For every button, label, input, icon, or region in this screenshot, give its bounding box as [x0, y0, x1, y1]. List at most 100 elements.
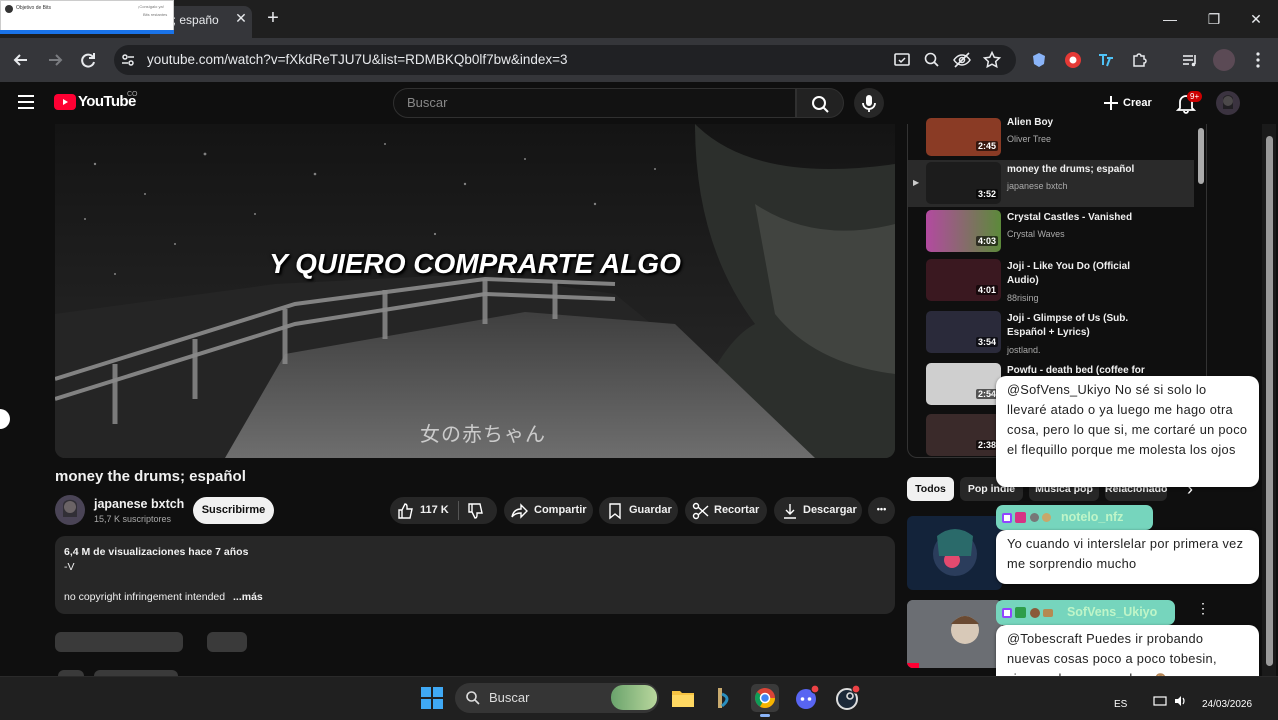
volume-icon[interactable] — [1174, 695, 1188, 707]
zoom-icon[interactable] — [922, 50, 942, 70]
extension-translate-icon[interactable] — [1096, 50, 1116, 70]
check-badge-icon — [1015, 607, 1027, 619]
league-app-icon[interactable] — [710, 684, 738, 712]
badge-icon — [1029, 607, 1040, 618]
reload-icon[interactable] — [77, 49, 99, 71]
input-language[interactable]: ES — [1114, 699, 1127, 710]
share-label: Compartir — [534, 504, 587, 516]
star-icon[interactable] — [982, 50, 1002, 70]
badge-icon — [1042, 513, 1052, 523]
profile-avatar[interactable] — [1213, 49, 1235, 71]
description-line: -V — [64, 561, 75, 573]
duration: 3:52 — [976, 189, 999, 199]
active-app-indicator — [760, 714, 770, 717]
windows-start-icon[interactable] — [418, 684, 446, 712]
chat-message: @SofVens_Ukiyo No sé si solo lo llevaré … — [996, 376, 1259, 487]
chrome-menu-icon[interactable] — [1248, 50, 1268, 70]
chat-username-tag: notelo_nfz — [996, 505, 1153, 530]
playlist-item-channel: Crystal Waves — [1007, 229, 1065, 239]
video-title: money the drums; español — [55, 468, 246, 485]
badge-icon — [1043, 608, 1054, 617]
playlist-item-title: money the drums; español — [1007, 164, 1135, 175]
minimize-button[interactable]: — — [1155, 8, 1185, 30]
twitch-badge-icon — [1002, 512, 1012, 523]
network-icon[interactable] — [1153, 695, 1167, 707]
bits-icon — [5, 5, 13, 13]
account-avatar[interactable] — [1216, 91, 1240, 115]
extension-red-icon[interactable] — [1063, 50, 1083, 70]
new-tab-button[interactable]: + — [263, 8, 283, 28]
forward-arrow-icon[interactable] — [44, 49, 66, 71]
steam-icon[interactable] — [833, 684, 861, 712]
more-dots-icon: ••• — [876, 504, 887, 514]
bookmark-icon — [606, 502, 624, 520]
taskbar-search-icon — [465, 690, 481, 706]
chat-message: Yo cuando vi interslelar por primera vez… — [996, 530, 1259, 584]
channel-avatar[interactable] — [55, 495, 85, 525]
video-player[interactable] — [55, 124, 895, 458]
extension-shield-icon[interactable] — [1029, 50, 1049, 70]
playlist-item-channel: Oliver Tree — [1007, 134, 1052, 144]
playlist-item-title: Joji - Like You Do (Official Audio) — [1007, 261, 1130, 286]
duration: 2:54 — [976, 389, 999, 399]
scissors-icon — [692, 502, 710, 520]
cast-icon[interactable] — [892, 50, 912, 70]
thumbs-down-icon[interactable] — [467, 502, 485, 520]
subscriber-count: 15,7 K suscriptores — [94, 514, 172, 524]
voice-search-icon[interactable] — [854, 88, 884, 118]
chrome-taskbar-icon[interactable] — [751, 684, 779, 712]
youtube-logo-icon[interactable] — [54, 94, 76, 110]
loading-placeholder — [55, 632, 183, 652]
eye-off-icon[interactable] — [952, 50, 972, 70]
duration: 3:54 — [976, 337, 999, 347]
video-subtitle: Y QUIERO COMPRARTE ALGO — [269, 248, 681, 279]
puzzle-icon[interactable] — [1130, 50, 1150, 70]
tab-close-icon[interactable]: ✕ — [233, 10, 249, 26]
popup-title: Objetivo de Bits — [16, 5, 52, 11]
window-close-button[interactable]: ✕ — [1241, 8, 1271, 30]
show-more-link[interactable]: ...más — [233, 591, 263, 603]
url-text[interactable]: youtube.com/watch?v=fXkdReTJU7U&list=RDM… — [147, 52, 568, 67]
discord-icon[interactable] — [792, 684, 820, 712]
playlist-item-channel: japanese bxtch — [1007, 181, 1068, 191]
like-divider — [458, 501, 459, 520]
view-stats: 6,4 M de visualizaciones hace 7 años — [64, 546, 249, 558]
side-handle[interactable] — [0, 409, 10, 429]
notifications-badge: 9+ — [1187, 91, 1203, 102]
media-control-icon[interactable] — [1180, 50, 1200, 70]
taskbar-date[interactable]: 24/03/2026 — [1202, 699, 1252, 710]
thumbs-up-icon — [397, 502, 415, 520]
recommended-thumbnail[interactable] — [907, 516, 1002, 590]
taskbar-search-label: Buscar — [489, 690, 530, 705]
recommended-more-icon[interactable]: ⋮ — [1196, 600, 1210, 618]
search-input[interactable] — [393, 88, 796, 118]
search-button[interactable] — [796, 88, 844, 118]
playlist-item-title: Joji - Glimpse of Us (Sub. Español + Lyr… — [1007, 313, 1129, 338]
search-placeholder: Buscar — [407, 95, 448, 110]
create-label: Crear — [1123, 97, 1152, 109]
chat-username: notelo_nfz — [1060, 510, 1124, 524]
popup-line: ¡Consígalo ya! — [138, 4, 164, 9]
restore-button[interactable]: ❐ — [1199, 8, 1229, 30]
channel-name[interactable]: japanese bxtch — [94, 497, 184, 511]
playlist-item-title: Crystal Castles - Vanished — [1007, 212, 1133, 223]
menu-icon[interactable] — [18, 94, 36, 110]
chip-todos[interactable]: Todos — [907, 477, 954, 501]
playlist-item-channel: jostland. — [1007, 345, 1041, 355]
file-explorer-icon[interactable] — [669, 684, 697, 712]
share-icon — [511, 502, 529, 520]
subscribe-button[interactable]: Suscribirme — [193, 497, 274, 524]
back-arrow-icon[interactable] — [10, 49, 32, 71]
now-playing-icon: ▶ — [913, 178, 920, 187]
popup-line: Bits restantes — [143, 12, 168, 17]
page-scrollbar[interactable] — [1266, 136, 1273, 666]
create-button[interactable]: Crear — [1103, 93, 1152, 113]
video-frame — [55, 124, 895, 458]
plus-icon — [1104, 96, 1118, 110]
download-label: Descargar — [803, 504, 857, 516]
download-icon — [781, 502, 799, 520]
site-info-icon[interactable] — [120, 52, 136, 68]
badge-icon — [1029, 513, 1039, 523]
recommended-thumbnail[interactable] — [907, 600, 1002, 668]
playlist-scrollbar[interactable] — [1198, 128, 1204, 184]
